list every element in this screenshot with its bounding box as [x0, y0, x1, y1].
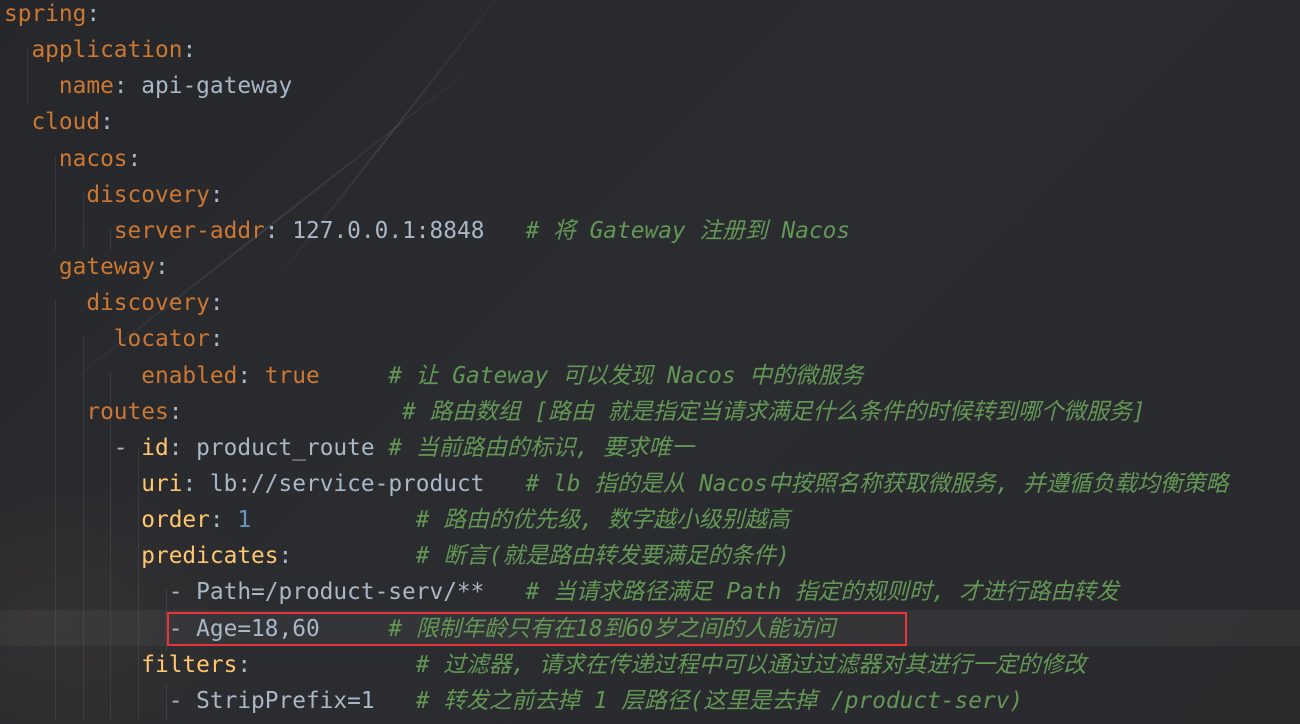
yaml-value: true — [264, 362, 320, 389]
yaml-key: enabled — [141, 362, 238, 389]
code-line[interactable]: discovery: — [4, 285, 224, 321]
colon: : — [209, 181, 224, 208]
colon: : — [182, 37, 197, 64]
code-line[interactable]: discovery: — [4, 177, 224, 213]
yaml-comment: # 过滤器, 请求在传递过程中可以通过过滤器对其进行一定的修改 — [415, 651, 1087, 678]
yaml-key: gateway — [58, 254, 155, 281]
yaml-comment: # 路由的优先级, 数字越小级别越高 — [415, 507, 790, 534]
code-line[interactable]: server-addr: 127.0.0.1:8848 # 将 Gateway … — [4, 213, 850, 249]
yaml-key: discovery — [86, 290, 210, 317]
code-line[interactable]: enabled: true # 让 Gateway 可以发现 Nacos 中的微… — [4, 358, 863, 394]
code-line[interactable]: spring: — [4, 0, 100, 32]
colon: : — [100, 109, 114, 136]
colon: : — [278, 543, 293, 570]
colon: : — [209, 290, 224, 317]
yaml-value: 127.0.0.1:8848 — [292, 217, 485, 244]
code-line[interactable]: cloud: — [4, 104, 114, 140]
yaml-value: Path=/product-serv/** — [196, 579, 485, 606]
colon: : — [209, 326, 224, 353]
code-line[interactable]: - Path=/product-serv/** # 当请求路径满足 Path 指… — [4, 574, 1119, 610]
colon: : — [127, 145, 142, 172]
yaml-key: id — [141, 434, 169, 461]
yaml-key: order — [141, 507, 210, 534]
colon: : — [168, 398, 183, 425]
colon: : — [154, 254, 169, 281]
code-line[interactable]: filters: # 过滤器, 请求在传递过程中可以通过过滤器对其进行一定的修改 — [4, 647, 1086, 683]
yaml-key: server-addr — [113, 217, 265, 244]
yaml-comment: # 当前路由的标识, 要求唯一 — [388, 434, 695, 461]
code-line[interactable]: locator: — [4, 321, 224, 357]
code-line[interactable]: gateway: — [4, 249, 169, 285]
yaml-key: filters — [141, 651, 238, 678]
yaml-comment: # 路由数组 [路由 就是指定当请求满足什么条件的时候转到哪个微服务] — [402, 398, 1146, 425]
yaml-comment: # 将 Gateway 注册到 Nacos — [525, 217, 851, 244]
code-line[interactable]: uri: lb://service-product # lb 指的是从 Naco… — [4, 466, 1228, 502]
yaml-comment: # 断言(就是路由转发要满足的条件) — [415, 543, 790, 570]
colon: : — [113, 73, 128, 100]
list-marker: - — [4, 579, 197, 606]
yaml-key: cloud — [31, 109, 101, 136]
colon: : — [237, 651, 252, 678]
yaml-comment: # 让 Gateway 可以发现 Nacos 中的微服务 — [388, 362, 864, 389]
code-line[interactable]: nacos: — [4, 141, 141, 177]
yaml-key: discovery — [86, 181, 210, 208]
code-line[interactable]: - StripPrefix=1 # 转发之前去掉 1 层路径(这里是去掉 /pr… — [4, 683, 1023, 719]
code-line[interactable]: routes: # 路由数组 [路由 就是指定当请求满足什么条件的时候转到哪个微… — [4, 394, 1146, 430]
yaml-value: api-gateway — [141, 73, 293, 100]
yaml-key: uri — [141, 470, 183, 497]
yaml-value: 1 — [237, 507, 252, 534]
yaml-comment: # 转发之前去掉 1 层路径(这里是去掉 /product-serv) — [415, 687, 1024, 714]
yaml-value: StripPrefix=1 — [196, 687, 375, 714]
annotation-highlight-box — [167, 612, 907, 646]
code-line[interactable]: predicates: # 断言(就是路由转发要满足的条件) — [4, 538, 790, 574]
code-line[interactable]: name: api-gateway — [4, 68, 292, 104]
yaml-comment: # 当请求路径满足 Path 指定的规则时, 才进行路由转发 — [525, 579, 1119, 606]
colon: : — [86, 1, 101, 27]
colon: : — [264, 217, 279, 244]
colon: : — [182, 470, 197, 497]
yaml-key: name — [58, 73, 114, 100]
list-marker: - — [4, 434, 142, 461]
yaml-value: product_route — [196, 434, 375, 461]
yaml-key: locator — [113, 326, 210, 353]
yaml-key: spring — [4, 1, 87, 27]
yaml-key: predicates — [141, 543, 279, 570]
yaml-key: routes — [86, 398, 169, 425]
list-marker: - — [4, 687, 197, 714]
code-line[interactable]: order: 1 # 路由的优先级, 数字越小级别越高 — [4, 502, 790, 538]
code-line[interactable]: - id: product_route # 当前路由的标识, 要求唯一 — [4, 430, 694, 466]
yaml-key: application — [31, 37, 183, 64]
colon: : — [237, 362, 252, 389]
code-line[interactable]: application: — [4, 32, 196, 68]
yaml-value: lb://service-product — [209, 470, 485, 497]
colon: : — [209, 507, 224, 534]
yaml-comment: # lb 指的是从 Nacos中按照名称获取微服务, 并遵循负载均衡策略 — [525, 470, 1229, 497]
yaml-key: nacos — [58, 145, 128, 172]
colon: : — [168, 434, 183, 461]
